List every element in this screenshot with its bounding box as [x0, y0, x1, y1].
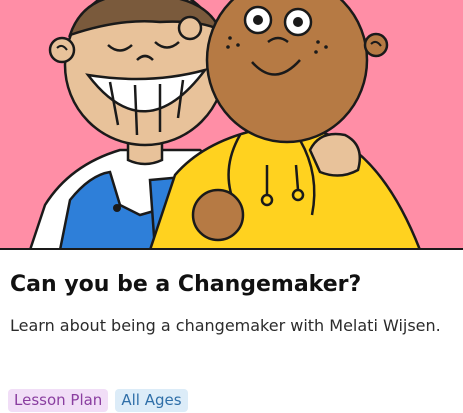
hero-illustration[interactable]	[0, 0, 463, 250]
lesson-card[interactable]: Can you be a Changemaker? Learn about be…	[0, 0, 463, 413]
hero-divider	[0, 248, 463, 250]
card-title[interactable]: Can you be a Changemaker?	[10, 270, 361, 300]
tag-list: Lesson Plan All Ages	[8, 389, 188, 412]
tag-lesson-plan[interactable]: Lesson Plan	[8, 389, 109, 412]
card-description: Learn about being a changemaker with Mel…	[10, 316, 441, 335]
tag-all-ages[interactable]: All Ages	[115, 389, 188, 412]
